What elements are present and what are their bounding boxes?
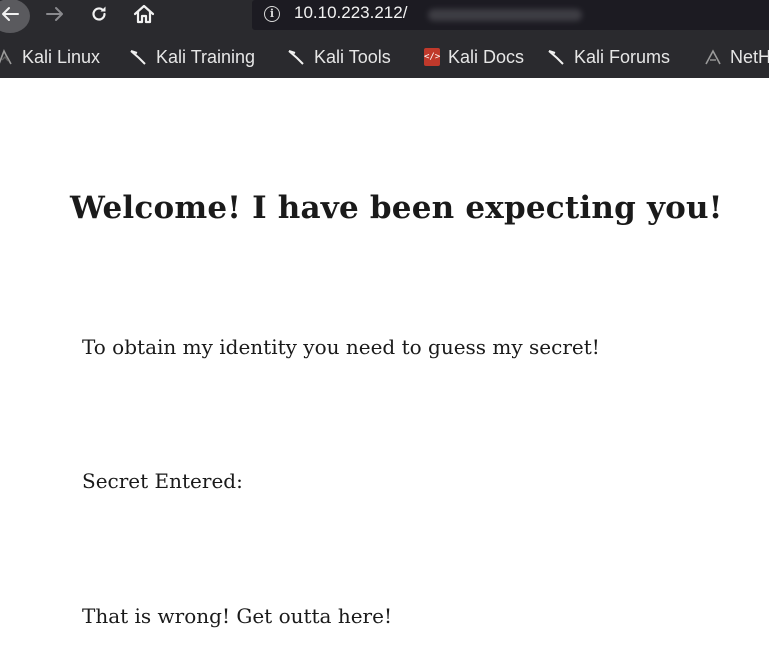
kali-dragon-icon xyxy=(288,48,306,66)
navigation-toolbar: i 10.10.223.212/ xyxy=(0,0,769,36)
page-content: Welcome! I have been expecting you! To o… xyxy=(0,78,769,666)
kali-dragon-icon xyxy=(548,48,566,66)
forward-arrow-icon xyxy=(45,6,65,26)
kali-docs-icon: </> xyxy=(424,48,440,66)
bookmark-nethunter[interactable]: NetH xyxy=(704,45,769,69)
kali-dragon-icon xyxy=(0,48,14,66)
intro-text: To obtain my identity you need to guess … xyxy=(82,335,600,359)
redacted-url-path xyxy=(428,9,582,21)
bookmark-label: Kali Forums xyxy=(574,46,671,67)
bookmark-label: Kali Tools xyxy=(314,46,391,67)
back-arrow-icon xyxy=(0,6,20,26)
back-button[interactable] xyxy=(0,0,30,33)
bookmark-label: Kali Docs xyxy=(448,46,525,67)
kali-dragon-icon xyxy=(130,48,148,66)
bookmark-kali-forums[interactable]: Kali Forums xyxy=(548,45,670,69)
address-bar[interactable]: i 10.10.223.212/ xyxy=(252,0,769,30)
nethunter-icon xyxy=(704,48,722,66)
url-text[interactable]: 10.10.223.212/ xyxy=(294,3,407,23)
secret-entered-label: Secret Entered: xyxy=(82,469,243,493)
home-button[interactable] xyxy=(130,1,158,31)
bookmark-kali-docs[interactable]: </> Kali Docs xyxy=(424,45,524,69)
site-info-icon[interactable]: i xyxy=(264,6,280,22)
bookmarks-toolbar: Kali Linux Kali Training Kali Tools </> … xyxy=(0,38,769,76)
bookmark-kali-linux[interactable]: Kali Linux xyxy=(0,45,100,69)
bookmark-kali-tools[interactable]: Kali Tools xyxy=(288,45,391,69)
result-message: That is wrong! Get outta here! xyxy=(82,604,392,628)
bookmark-label: Kali Training xyxy=(156,46,256,67)
page-heading: Welcome! I have been expecting you! xyxy=(70,190,723,226)
browser-chrome: i 10.10.223.212/ Kali Linux Kali Trainin… xyxy=(0,0,769,78)
home-icon xyxy=(133,4,155,28)
forward-button[interactable] xyxy=(40,1,70,31)
reload-button[interactable] xyxy=(86,1,112,31)
bookmark-label: Kali Linux xyxy=(22,46,101,67)
bookmark-label: NetH xyxy=(730,46,769,67)
bookmark-kali-training[interactable]: Kali Training xyxy=(130,45,255,69)
reload-icon xyxy=(89,4,109,28)
